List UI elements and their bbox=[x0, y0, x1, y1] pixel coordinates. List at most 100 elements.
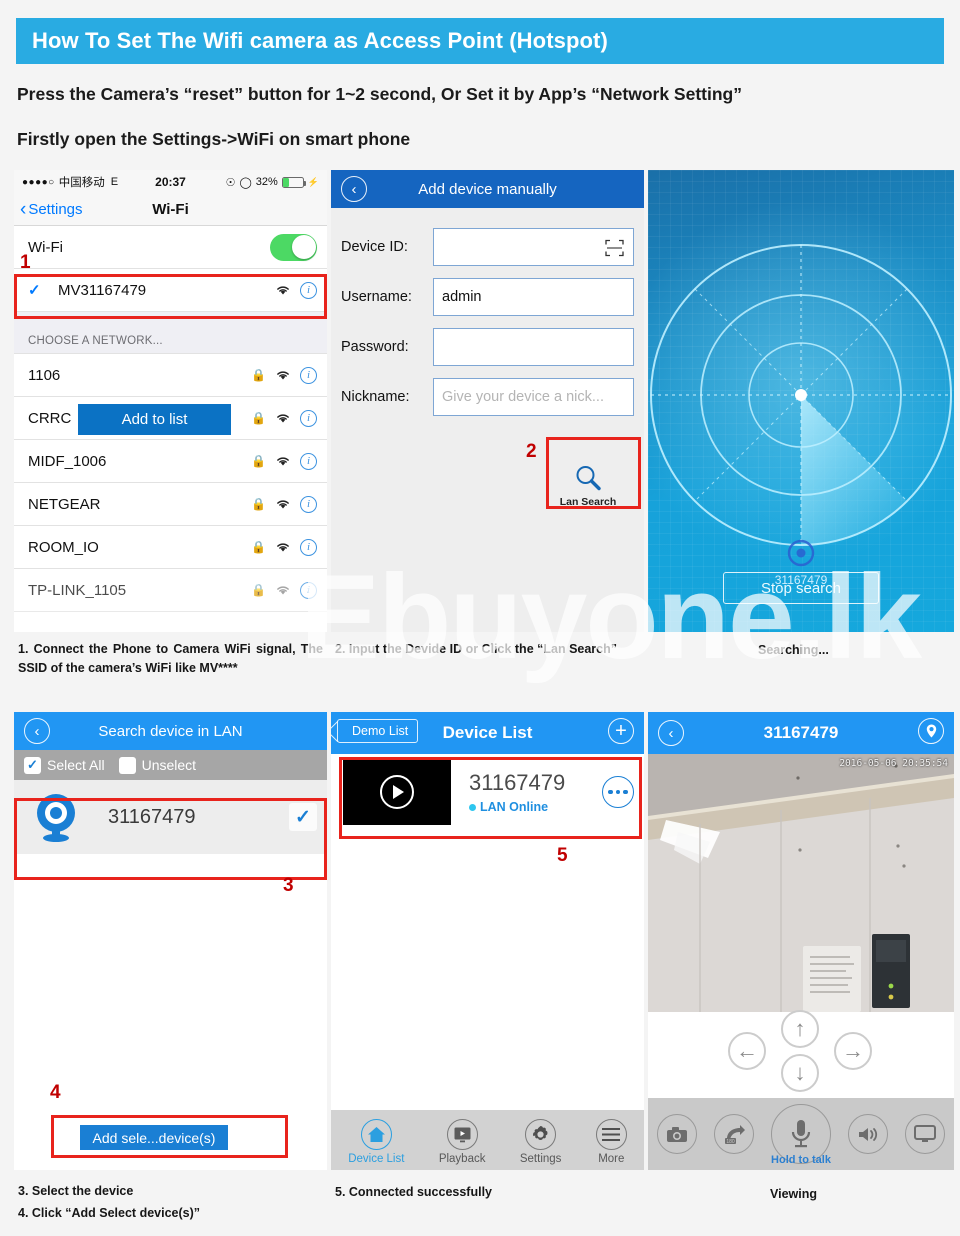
tab-settings[interactable]: Settings bbox=[519, 1119, 562, 1165]
carrier-label: 中国移动 bbox=[58, 177, 105, 189]
wifi-signal-icon bbox=[275, 369, 291, 381]
wifi-signal-icon bbox=[275, 584, 291, 596]
wifi-toggle-switch[interactable] bbox=[270, 233, 317, 261]
tab-playback[interactable]: Playback bbox=[438, 1119, 486, 1165]
network-info-button[interactable]: i bbox=[300, 366, 317, 384]
live-video-feed[interactable]: 2016-05-06 20:35:54 bbox=[648, 754, 954, 1012]
network-row[interactable]: MIDF_1006 🔒 i bbox=[14, 440, 327, 483]
demo-list-label: Demo List bbox=[352, 724, 409, 738]
step-number-2: 2 bbox=[526, 441, 537, 462]
qr-scan-icon[interactable] bbox=[605, 239, 624, 257]
device-status-badge: LAN Online bbox=[469, 800, 565, 814]
alarm-icon: ☉ bbox=[225, 176, 236, 189]
network-row[interactable]: TP-LINK_1105 🔒 i bbox=[14, 569, 327, 612]
tab-label: Playback bbox=[438, 1153, 486, 1165]
tab-label: Settings bbox=[519, 1153, 562, 1165]
back-to-settings-button[interactable]: ‹ Settings bbox=[20, 200, 83, 219]
lan-search-navbar: ‹ Search device in LAN bbox=[14, 712, 327, 750]
network-row[interactable]: NETGEAR 🔒 i bbox=[14, 483, 327, 526]
network-row[interactable]: 1106 🔒 i bbox=[14, 354, 327, 397]
tab-device-list[interactable]: Device List bbox=[348, 1119, 404, 1165]
add-selected-devices-button[interactable]: Add sele...device(s) bbox=[80, 1125, 228, 1150]
up-arrow-icon[interactable]: ↑ bbox=[781, 1010, 819, 1048]
left-arrow-icon[interactable]: ← bbox=[728, 1032, 766, 1070]
hold-to-talk-label: Hold to talk bbox=[771, 1154, 831, 1166]
device-selected-checkmark[interactable]: ✓ bbox=[289, 803, 317, 831]
ios-status-bar: ●●●●○ 中国移动 E 20:37 ☉ ◯ 32% ⚡ bbox=[14, 170, 327, 194]
add-device-plus-icon[interactable]: + bbox=[608, 718, 634, 744]
wifi-signal-icon bbox=[275, 455, 291, 467]
back-button[interactable]: ‹ bbox=[341, 176, 367, 202]
video-timestamp: 2016-05-06 20:35:54 bbox=[839, 758, 948, 769]
network-ssid: NETGEAR bbox=[28, 495, 101, 513]
field-row-username: Username: admin bbox=[331, 278, 644, 316]
tab-label: More bbox=[598, 1153, 625, 1165]
svg-text:180: 180 bbox=[726, 1139, 735, 1144]
lock-icon: 🔒 bbox=[251, 540, 266, 554]
lan-search-title: Search device in LAN bbox=[98, 722, 243, 740]
network-info-button[interactable]: i bbox=[300, 409, 317, 427]
hamburger-icon bbox=[595, 1119, 627, 1150]
nickname-input[interactable]: Give your device a nick... bbox=[433, 378, 634, 416]
panel-live-view: ‹ 31167479 2016-05-06 20:35:54 ↑ ↓ ← → 1… bbox=[648, 712, 954, 1170]
network-info-button[interactable]: i bbox=[300, 452, 317, 470]
connected-ssid: MV31167479 bbox=[58, 281, 147, 299]
username-input[interactable]: admin bbox=[433, 278, 634, 316]
network-list: 1106 🔒 i CRRC 🔒 i MIDF_1006 🔒 i NETGEAR … bbox=[14, 354, 327, 612]
add-device-title: Add device manually bbox=[418, 180, 557, 198]
unselect-checkbox[interactable]: ✓ bbox=[118, 756, 136, 774]
username-value: admin bbox=[442, 289, 482, 305]
down-arrow-icon[interactable]: ↓ bbox=[781, 1054, 819, 1092]
caption-step-1: 1. Connect the Phone to Camera WiFi sign… bbox=[18, 642, 323, 676]
network-row[interactable]: ROOM_IO 🔒 i bbox=[14, 526, 327, 569]
select-all-checkbox[interactable]: ✓ bbox=[24, 756, 41, 774]
monitor-icon[interactable] bbox=[905, 1114, 946, 1154]
back-button[interactable]: ‹ bbox=[24, 718, 50, 744]
password-input[interactable] bbox=[433, 328, 634, 366]
signal-dots-icon: ●●●●○ bbox=[22, 176, 55, 188]
panel-wifi-settings: ●●●●○ 中国移动 E 20:37 ☉ ◯ 32% ⚡ ‹ Settings … bbox=[14, 170, 327, 632]
device-more-options-button[interactable] bbox=[602, 776, 634, 808]
network-ssid: CRRC bbox=[28, 409, 72, 427]
record-180-icon[interactable]: 180 bbox=[713, 1114, 754, 1154]
device-id-input[interactable] bbox=[433, 228, 634, 266]
tab-more[interactable]: More bbox=[595, 1119, 627, 1165]
media-control-bar: 180 Hold to talk bbox=[648, 1098, 954, 1170]
add-to-list-button[interactable]: Add to list bbox=[78, 404, 231, 435]
step-number-5: 5 bbox=[557, 845, 568, 866]
lock-icon: 🔒 bbox=[251, 368, 266, 382]
gear-icon bbox=[525, 1119, 557, 1150]
lan-device-row[interactable]: 31167479 ✓ bbox=[14, 780, 327, 854]
battery-percent: 32% bbox=[255, 176, 278, 188]
demo-list-back-button[interactable]: Demo List bbox=[337, 719, 419, 743]
wifi-toggle-row[interactable]: Wi-Fi bbox=[14, 226, 327, 269]
instruction-line-2: Firstly open the Settings->WiFi on smart… bbox=[17, 129, 411, 149]
device-list-navbar: Demo List Device List + bbox=[331, 712, 644, 754]
panel-device-list: Demo List Device List + 31167479 LAN Onl… bbox=[331, 712, 644, 1170]
back-button[interactable]: ‹ bbox=[658, 720, 684, 746]
connected-network-row[interactable]: ✓ MV31167479 i bbox=[14, 269, 327, 312]
network-info-button[interactable]: i bbox=[300, 581, 317, 599]
network-type-label: E bbox=[110, 176, 119, 188]
right-arrow-icon[interactable]: → bbox=[834, 1032, 872, 1070]
device-list-row[interactable]: 31167479 LAN Online bbox=[331, 754, 644, 830]
caption-step-2: 2. Input the Devide ID or Click the “Lan… bbox=[335, 642, 618, 656]
network-info-button[interactable]: i bbox=[300, 495, 317, 513]
camera-icon[interactable] bbox=[656, 1114, 697, 1154]
device-thumbnail[interactable] bbox=[343, 759, 451, 825]
lock-icon: 🔒 bbox=[251, 497, 266, 511]
lock-icon: 🔒 bbox=[251, 454, 266, 468]
network-info-button[interactable]: i bbox=[300, 281, 317, 299]
tutorial-page: How To Set The Wifi camera as Access Poi… bbox=[0, 0, 960, 1236]
bottom-tab-bar: Device List Playback Settings More bbox=[331, 1110, 644, 1170]
checkmark-icon: ✓ bbox=[28, 282, 41, 299]
back-label: Settings bbox=[28, 201, 83, 218]
network-info-button[interactable]: i bbox=[300, 538, 317, 556]
location-pin-icon[interactable] bbox=[918, 718, 944, 744]
speaker-icon[interactable] bbox=[848, 1114, 889, 1154]
lan-search-label: Lan Search bbox=[559, 495, 617, 508]
caption-step-5: 5. Connected successfully bbox=[335, 1185, 493, 1199]
charging-icon: ⚡ bbox=[307, 176, 319, 187]
step-number-1: 1 bbox=[20, 252, 31, 273]
lan-search-button[interactable]: Lan Search bbox=[546, 450, 630, 520]
